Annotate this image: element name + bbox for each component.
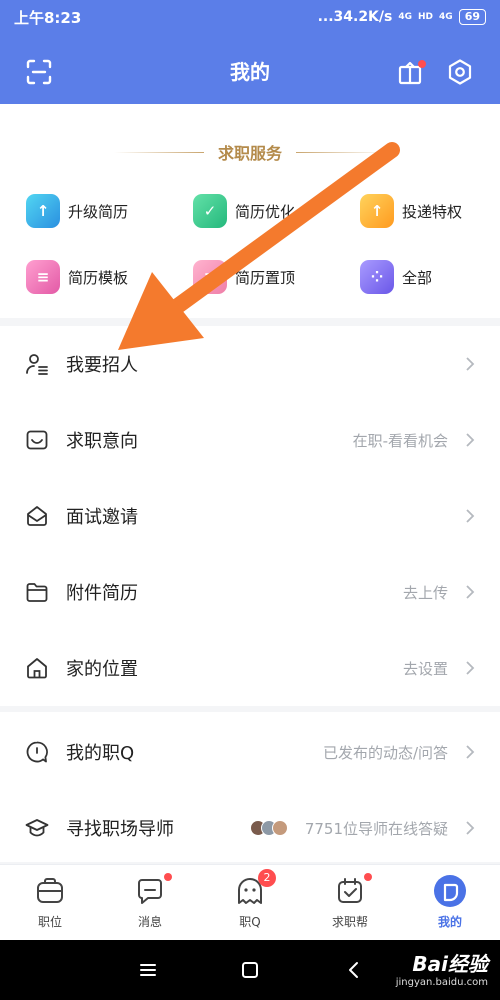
status-bar: 上午8:23 ...34.2K/s 4G HD 4G 69 — [0, 0, 500, 34]
service-all[interactable]: ⁘ 全部 — [360, 260, 432, 294]
menu-item-home-location[interactable]: 家的位置 去设置 — [0, 630, 500, 706]
mail-icon — [27, 506, 47, 526]
zhiq-badge: 2 — [258, 869, 276, 887]
service-resume-optimize[interactable]: ✓ 简历优化 — [193, 194, 295, 228]
message-icon — [138, 879, 162, 904]
home-square-icon[interactable] — [238, 958, 262, 982]
tab-job-help[interactable]: 求职帮 — [310, 873, 390, 930]
menu-item-attachment-resume[interactable]: 附件简历 去上传 — [0, 554, 500, 630]
resume-optimize-icon: ✓ — [193, 194, 227, 228]
system-nav-bar: Bai经验 jingyan.baidu.com — [0, 940, 500, 1000]
gift-notification-dot — [418, 60, 426, 68]
calendar-check-icon — [338, 878, 362, 903]
scan-icon[interactable] — [25, 58, 53, 86]
menu-icon[interactable] — [136, 958, 160, 982]
mentor-icon — [25, 819, 49, 837]
signal-icon: 4G — [398, 11, 413, 22]
mentor-avatars — [250, 820, 288, 836]
chevron-right-icon — [466, 821, 475, 835]
menu-item-my-zhiq[interactable]: 我的职Q 已发布的动态/问答 — [0, 714, 500, 790]
service-resume-top[interactable]: ≡ 简历置顶 — [193, 260, 295, 294]
tab-jobs[interactable]: 职位 — [10, 875, 90, 930]
profile-icon — [434, 875, 466, 907]
menu-list-2: 我的职Q 已发布的动态/问答 寻找职场导师 7751位导师在线答疑 — [0, 712, 500, 862]
chevron-right-icon — [466, 745, 475, 759]
bottom-tab-bar: 职位 消息 2 职Q 求职帮 我的 — [0, 864, 500, 940]
menu-item-interview-invite[interactable]: 面试邀请 — [0, 478, 500, 554]
status-time: 上午8:23 — [14, 8, 82, 27]
signal-icon-2: 4G — [439, 11, 453, 22]
home-icon — [27, 658, 47, 679]
menu-list: 我要招人 求职意向 在职-看看机会 面试邀请 附件简历 去上传 家的位置 去设置 — [0, 326, 500, 706]
menu-item-recruit[interactable]: 我要招人 — [0, 326, 500, 402]
tab-profile[interactable]: 我的 — [410, 875, 490, 930]
baidu-jingyan-watermark: Bai经验 jingyan.baidu.com — [395, 952, 488, 988]
hd-icon: HD — [418, 11, 434, 22]
tab-messages[interactable]: 消息 — [110, 873, 190, 930]
divider — [296, 151, 386, 153]
delivery-privilege-icon: ↑ — [360, 194, 394, 228]
job-services-card: 求职服务 ↑ 升级简历 ✓ 简历优化 ↑ 投递特权 ≡ 简历模板 ≡ 简历置顶 … — [0, 104, 500, 318]
menu-item-job-intention[interactable]: 求职意向 在职-看看机会 — [0, 402, 500, 478]
top-header: 上午8:23 ...34.2K/s 4G HD 4G 69 我的 — [0, 0, 500, 104]
chevron-right-icon — [466, 661, 475, 675]
page-title: 我的 — [230, 59, 270, 84]
messages-notification-dot — [164, 873, 172, 881]
back-icon[interactable] — [342, 958, 366, 982]
upgrade-resume-icon: ↑ — [26, 194, 60, 228]
divider — [113, 151, 204, 153]
service-upgrade-resume[interactable]: ↑ 升级简历 — [26, 194, 128, 228]
avatar — [272, 820, 288, 836]
resume-top-icon: ≡ — [193, 260, 227, 294]
settings-icon[interactable] — [446, 58, 474, 86]
folder-icon — [26, 583, 48, 602]
tab-zhiq[interactable]: 2 职Q — [210, 869, 290, 930]
q-icon — [26, 741, 48, 763]
service-resume-template[interactable]: ≡ 简历模板 — [26, 260, 128, 294]
chevron-right-icon — [466, 509, 475, 523]
battery-icon: 69 — [458, 9, 486, 25]
chevron-right-icon — [466, 357, 475, 371]
all-icon: ⁘ — [360, 260, 394, 294]
job-help-notification-dot — [364, 873, 372, 881]
menu-item-find-mentor[interactable]: 寻找职场导师 7751位导师在线答疑 — [0, 790, 500, 866]
recruit-icon — [26, 354, 48, 375]
service-delivery-privilege[interactable]: ↑ 投递特权 — [360, 194, 462, 228]
inbox-icon — [26, 430, 48, 450]
net-speed: ...34.2K/s — [317, 9, 393, 25]
resume-template-icon: ≡ — [26, 260, 60, 294]
briefcase-icon — [37, 878, 63, 903]
chevron-right-icon — [466, 585, 475, 599]
section-title: 求职服务 — [217, 144, 282, 163]
chevron-right-icon — [466, 433, 475, 447]
page-header: 我的 — [0, 36, 500, 104]
